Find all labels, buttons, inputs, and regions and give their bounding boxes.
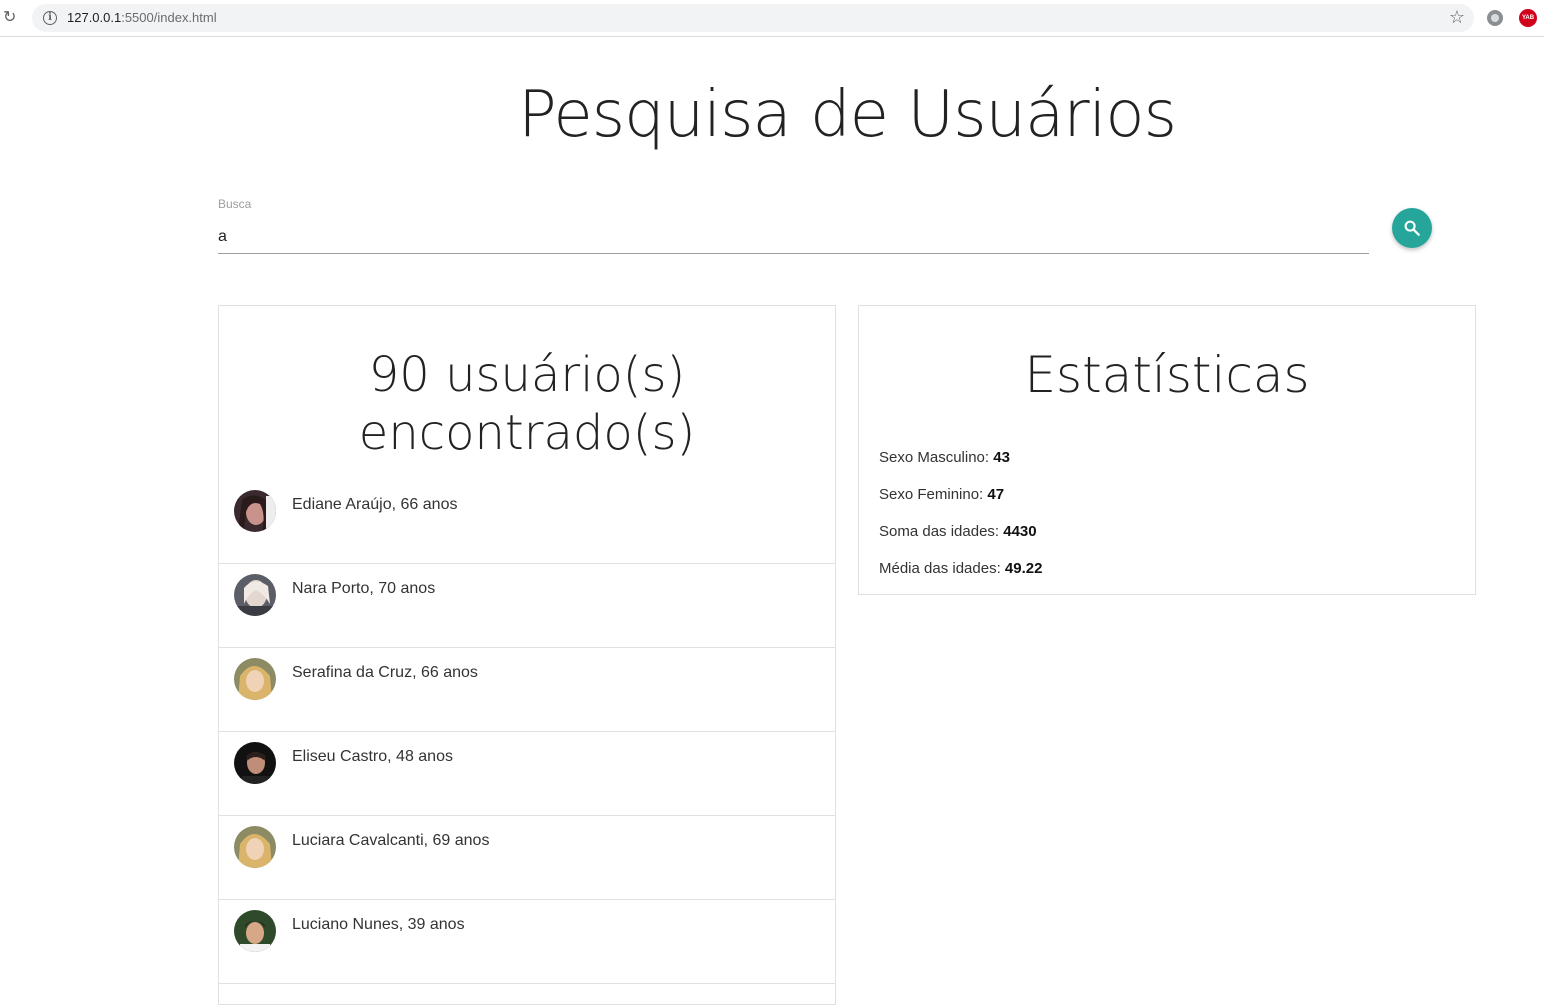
stat-female-value: 47 bbox=[987, 486, 1005, 503]
bookmark-star-icon[interactable]: ☆ bbox=[1449, 7, 1465, 27]
avatar bbox=[234, 742, 276, 784]
avatar bbox=[234, 826, 276, 868]
stat-male-label: Sexo Masculino: bbox=[879, 449, 994, 466]
url-host: 127.0.0.1 bbox=[67, 10, 122, 25]
users-count-title: 90 usuário(s) encontrado(s) bbox=[219, 346, 835, 462]
user-name: Luciano Nunes, 39 anos bbox=[292, 916, 465, 933]
list-item: Serafina da Cruz, 66 anos bbox=[219, 648, 835, 732]
search-label: Busca bbox=[218, 197, 252, 211]
user-name: Ediane Araújo, 66 anos bbox=[292, 496, 458, 513]
stat-age-sum: Soma das idades: 4430 bbox=[879, 523, 1037, 540]
extension-yab-icon[interactable]: YAB bbox=[1519, 9, 1537, 27]
avatar bbox=[234, 490, 276, 532]
list-item: Luciara Cavalcanti, 69 anos bbox=[219, 816, 835, 900]
list-item: Nara Porto, 70 anos bbox=[219, 564, 835, 648]
list-item: Ediane Araújo, 66 anos bbox=[219, 480, 835, 564]
stat-age-avg-label: Média das idades: bbox=[879, 560, 1005, 577]
stats-card: Estatísticas Sexo Masculino: 43 Sexo Fem… bbox=[858, 305, 1476, 595]
users-title-line2: encontrado(s) bbox=[358, 405, 696, 461]
user-name: Luciara Cavalcanti, 69 anos bbox=[292, 832, 490, 849]
list-item: Luciano Nunes, 39 anos bbox=[219, 900, 835, 984]
users-card: 90 usuário(s) encontrado(s) Ediane Araúj… bbox=[218, 305, 836, 1005]
users-title-line1: 90 usuário(s) bbox=[368, 347, 686, 403]
url-path: :5500/index.html bbox=[121, 10, 217, 25]
user-list: Ediane Araújo, 66 anos Nara Porto, 70 an… bbox=[219, 480, 835, 984]
user-name: Eliseu Castro, 48 anos bbox=[292, 748, 453, 765]
browser-toolbar: ↻ i 127.0.0.1:5500/index.html ☆ YAB bbox=[0, 0, 1544, 37]
stat-age-avg-value: 49.22 bbox=[1004, 560, 1043, 577]
user-name: Serafina da Cruz, 66 anos bbox=[292, 664, 478, 681]
avatar bbox=[234, 910, 276, 952]
list-item: Eliseu Castro, 48 anos bbox=[219, 732, 835, 816]
avatar bbox=[234, 574, 276, 616]
stat-female: Sexo Feminino: 47 bbox=[879, 486, 1004, 503]
address-bar[interactable]: i 127.0.0.1:5500/index.html ☆ bbox=[32, 4, 1474, 32]
user-name: Nara Porto, 70 anos bbox=[292, 580, 436, 597]
stat-male-value: 43 bbox=[993, 449, 1010, 466]
search-button[interactable] bbox=[1392, 208, 1432, 248]
url-text[interactable]: 127.0.0.1:5500/index.html bbox=[67, 10, 217, 26]
page-title: Pesquisa de Usuários bbox=[518, 78, 1177, 152]
search-input[interactable] bbox=[218, 220, 1369, 254]
reload-icon[interactable]: ↻ bbox=[3, 9, 19, 27]
stats-title: Estatísticas bbox=[1024, 346, 1310, 404]
info-icon[interactable]: i bbox=[43, 11, 57, 25]
stat-age-sum-label: Soma das idades: bbox=[879, 523, 1004, 540]
stat-male: Sexo Masculino: 43 bbox=[879, 449, 1010, 466]
avatar bbox=[234, 658, 276, 700]
search-icon bbox=[1404, 220, 1420, 236]
stat-age-sum-value: 4430 bbox=[1003, 523, 1037, 540]
stat-female-label: Sexo Feminino: bbox=[879, 486, 988, 503]
stat-age-avg: Média das idades: 49.22 bbox=[879, 560, 1042, 577]
extension-icon[interactable] bbox=[1487, 10, 1503, 26]
